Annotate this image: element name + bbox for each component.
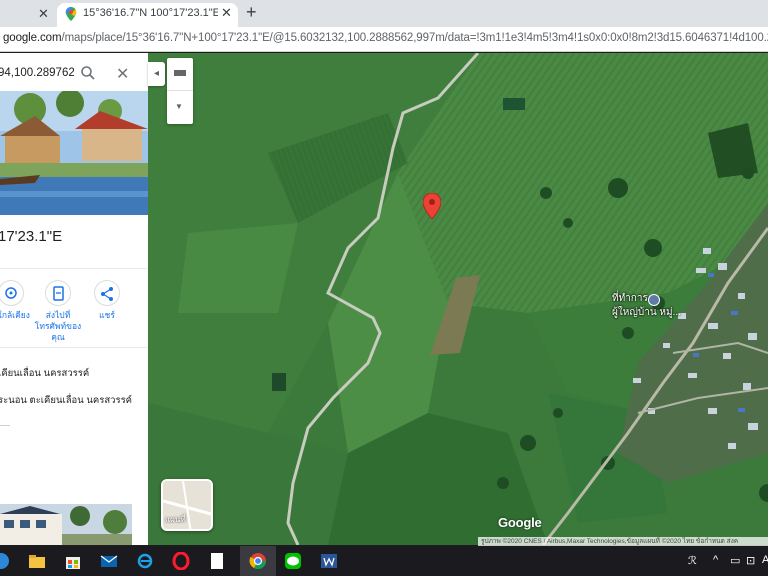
word-icon[interactable] bbox=[320, 552, 338, 570]
mail-icon[interactable] bbox=[100, 552, 118, 570]
address-bar[interactable]: google.com/maps/place/15°36'16.7"N+100°1… bbox=[0, 27, 768, 52]
search-input[interactable]: 94,100.2897625 bbox=[0, 67, 74, 79]
layers-icon[interactable] bbox=[173, 66, 187, 80]
search-icon[interactable] bbox=[80, 65, 96, 81]
chevron-up-icon[interactable]: ^ bbox=[713, 554, 718, 566]
nearby-label: ที่ใกล้เคียง bbox=[0, 310, 30, 320]
language-indicator[interactable]: A bbox=[762, 554, 768, 566]
new-tab-button[interactable]: + bbox=[246, 2, 257, 23]
url-path: /maps/place/15°36'16.7"N+100°17'23.1"E/@… bbox=[61, 32, 768, 44]
building-icon[interactable] bbox=[648, 294, 660, 306]
store-icon[interactable] bbox=[64, 552, 82, 570]
tab-previous[interactable]: ✕ bbox=[0, 4, 56, 27]
divider bbox=[0, 268, 148, 269]
document-icon[interactable] bbox=[208, 552, 226, 570]
share-button[interactable]: แชร์ bbox=[82, 280, 132, 321]
map-type-toggle[interactable]: แผนที่ bbox=[161, 479, 213, 531]
tab-google-maps[interactable]: 15°36'16.7"N 100°17'23.1"E - Go ✕ bbox=[57, 3, 238, 27]
location-pin-icon[interactable] bbox=[423, 193, 441, 219]
send-to-phone-label: ส่งไปที่ โทรศัพท์ของ คุณ bbox=[34, 310, 82, 342]
line-icon[interactable] bbox=[284, 552, 302, 570]
nearby-place-photo[interactable] bbox=[0, 504, 132, 545]
nearby-button[interactable]: ที่ใกล้เคียง bbox=[0, 280, 36, 321]
opera-icon[interactable] bbox=[172, 552, 190, 570]
divider bbox=[0, 425, 10, 426]
network-icon[interactable]: ⊡ bbox=[746, 554, 755, 567]
edge-partial-icon[interactable] bbox=[0, 552, 10, 570]
internet-explorer-icon[interactable] bbox=[136, 552, 154, 570]
share-label: แชร์ bbox=[99, 310, 115, 320]
nearby-icon bbox=[0, 280, 24, 306]
url-domain: google.com bbox=[3, 32, 62, 44]
send-to-phone-button[interactable]: ส่งไปที่ โทรศัพท์ของ คุณ bbox=[33, 280, 83, 343]
poi-label-line2: ผู้ใหญ่บ้าน หมู่... bbox=[612, 307, 681, 318]
chrome-icon[interactable] bbox=[249, 552, 267, 570]
people-icon[interactable]: ℛ bbox=[688, 554, 697, 567]
google-logo: Google bbox=[498, 515, 542, 530]
url-text[interactable]: google.com/maps/place/15°36'16.7"N+100°1… bbox=[3, 32, 768, 44]
poi-label[interactable]: ที่ทำการ ผู้ใหญ่บ้าน หมู่... bbox=[612, 292, 681, 320]
file-explorer-icon[interactable] bbox=[28, 552, 46, 570]
tab-close-icon[interactable]: ✕ bbox=[38, 6, 49, 22]
send-to-phone-icon bbox=[45, 280, 71, 306]
tab-close-icon[interactable]: ✕ bbox=[221, 5, 232, 21]
windows-taskbar: ℛ ^ ▭ ⊡ A bbox=[0, 546, 768, 576]
poi-label-line1: ที่ทำการ bbox=[612, 293, 648, 304]
collapse-panel-button[interactable]: ◂ bbox=[148, 62, 165, 86]
maps-pin-icon bbox=[65, 7, 77, 21]
map-layer-control[interactable]: ▼ bbox=[167, 58, 193, 124]
place-title: 17'23.1"E bbox=[0, 228, 63, 245]
share-icon bbox=[94, 280, 120, 306]
place-photo[interactable] bbox=[0, 91, 148, 215]
address-line: ระนอน ตะเคียนเลื่อน นครสวรรค์ bbox=[0, 395, 133, 406]
place-panel: 94,100.2897625 ✕ 17'23.1"E bbox=[0, 53, 148, 545]
divider bbox=[167, 90, 193, 91]
tab-title: 15°36'16.7"N 100°17'23.1"E - Go bbox=[83, 7, 218, 19]
tab-strip: ✕ 15°36'16.7"N 100°17'23.1"E - Go ✕ + bbox=[0, 0, 768, 27]
divider bbox=[0, 347, 148, 348]
battery-icon[interactable]: ▭ bbox=[730, 554, 740, 567]
chevron-down-icon[interactable]: ▼ bbox=[175, 102, 183, 111]
address-line: เคียนเลื่อน นครสวรรค์ bbox=[0, 368, 90, 379]
clear-search-button[interactable]: ✕ bbox=[116, 64, 129, 84]
map-type-label: แผนที่ bbox=[165, 515, 186, 524]
